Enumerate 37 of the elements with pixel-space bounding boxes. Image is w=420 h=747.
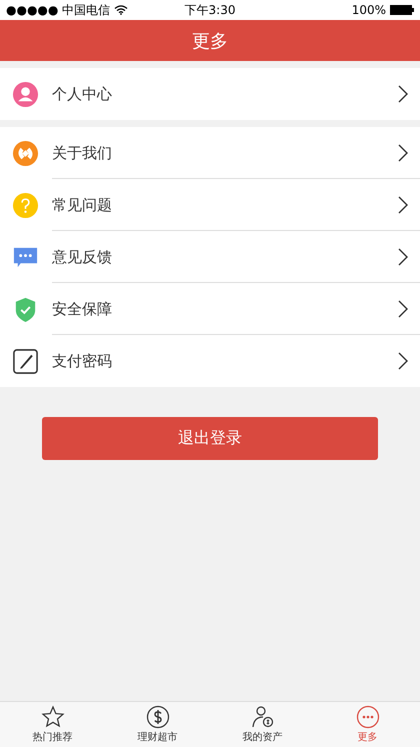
logo-icon: [12, 140, 39, 166]
star-icon: [40, 705, 64, 729]
menu-label: 支付密码: [52, 352, 113, 370]
menu-label: 个人中心: [52, 84, 113, 104]
menu-label: 关于我们: [52, 144, 113, 162]
wifi-icon: [114, 5, 128, 15]
tab-item[interactable]: 理财超市: [105, 702, 210, 747]
menu-item[interactable]: 安全保障: [0, 283, 420, 335]
tab-item[interactable]: 热门推荐: [0, 702, 105, 747]
chevron-icon: [398, 196, 408, 214]
dollar-icon: [146, 705, 170, 729]
chevron-icon: [398, 300, 408, 318]
tab-item[interactable]: 更多: [315, 702, 420, 747]
person-coin-icon: [250, 705, 274, 729]
menu-item[interactable]: 常见问题: [0, 179, 420, 231]
pencil-icon: [12, 348, 39, 374]
question-icon: [12, 192, 39, 218]
tab-item[interactable]: 我的资产: [210, 702, 315, 747]
menu-label: 意见反馈: [52, 248, 113, 266]
chevron-icon: [398, 248, 408, 266]
menu-label: 安全保障: [52, 300, 113, 318]
menu-item[interactable]: 关于我们: [0, 127, 420, 179]
more-icon: [356, 705, 380, 729]
battery-icon: [390, 5, 414, 15]
page-title: 更多: [192, 30, 228, 52]
menu-item[interactable]: 支付密码: [0, 335, 420, 387]
battery-percent: 100%: [352, 3, 386, 17]
menu-item[interactable]: 个人中心: [0, 68, 420, 120]
chevron-icon: [398, 85, 408, 103]
person-icon: [12, 80, 39, 108]
clock-time: 下午3:30: [184, 2, 236, 18]
chevron-icon: [398, 144, 408, 162]
carrier-label: ●●●●● 中国电信: [6, 2, 110, 18]
logout-button[interactable]: 退出登录: [42, 417, 378, 460]
menu-item[interactable]: 意见反馈: [0, 231, 420, 283]
chevron-icon: [398, 352, 408, 370]
menu-label: 常见问题: [52, 196, 113, 214]
